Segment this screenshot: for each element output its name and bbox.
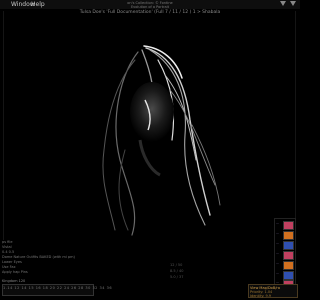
color-swatch[interactable] bbox=[283, 241, 294, 250]
tick-label: 28 bbox=[78, 286, 84, 290]
color-swatch[interactable] bbox=[283, 271, 294, 280]
layers-panel: — — — — — — — bbox=[274, 218, 296, 290]
tick-label: 18 bbox=[42, 286, 49, 290]
tick-label: 14 bbox=[21, 286, 27, 290]
tick-label: 12 bbox=[14, 286, 20, 290]
tick-label: 30 bbox=[85, 286, 91, 290]
layer-button[interactable]: — bbox=[276, 221, 279, 225]
timeline-ticks: 1.14 12 14 15 16 18 20 22 24 26 28 30 32… bbox=[3, 286, 112, 290]
tick-label: 32 bbox=[92, 286, 98, 290]
readout-column: 12 / 50 8.5 / 40 5.0 / 37 bbox=[170, 262, 183, 280]
tick-label: 16 bbox=[35, 286, 42, 290]
layer-button[interactable]: — bbox=[276, 261, 279, 265]
tick-label: 34 bbox=[99, 286, 106, 290]
color-swatch[interactable] bbox=[283, 231, 294, 240]
neck-shadow bbox=[138, 139, 161, 177]
layer-button[interactable]: — bbox=[276, 251, 279, 255]
hair-strand bbox=[102, 59, 136, 231]
left-panel: ps file Vistal 0.4 0.5 Dome Nature Outfi… bbox=[2, 240, 75, 275]
tick-label: 20 bbox=[49, 286, 56, 290]
status-line-3: Identity: 9.9 bbox=[250, 294, 272, 298]
timeline-strip[interactable]: 1.14 12 14 15 16 18 20 22 24 26 28 30 32… bbox=[2, 284, 112, 296]
tick-label: 26 bbox=[71, 286, 77, 290]
layer-button[interactable]: — bbox=[276, 241, 279, 245]
color-swatch[interactable] bbox=[283, 251, 294, 260]
tick-label: 1.14 bbox=[3, 286, 13, 290]
tick-label: 15 bbox=[28, 286, 35, 290]
timeline-label: Kingdom 120 bbox=[2, 279, 26, 283]
status-box: View Map/DoB/ra Priority: 1.04 Identity:… bbox=[248, 284, 298, 298]
tick-label: 36 bbox=[106, 286, 113, 290]
hair-strand bbox=[115, 51, 139, 236]
readout-value: 5.0 / 37 bbox=[170, 275, 184, 279]
layer-button[interactable]: — bbox=[276, 231, 279, 235]
tick-label: 24 bbox=[64, 286, 70, 290]
color-swatch[interactable] bbox=[283, 261, 294, 270]
hair-strands bbox=[102, 45, 221, 236]
tick-label: 22 bbox=[56, 286, 63, 290]
panel-line: Apply hap Pins bbox=[2, 270, 28, 274]
hair-strand bbox=[191, 124, 221, 206]
face-highlight bbox=[130, 82, 174, 142]
layer-button[interactable]: — bbox=[276, 271, 279, 275]
color-swatch[interactable] bbox=[283, 221, 294, 230]
